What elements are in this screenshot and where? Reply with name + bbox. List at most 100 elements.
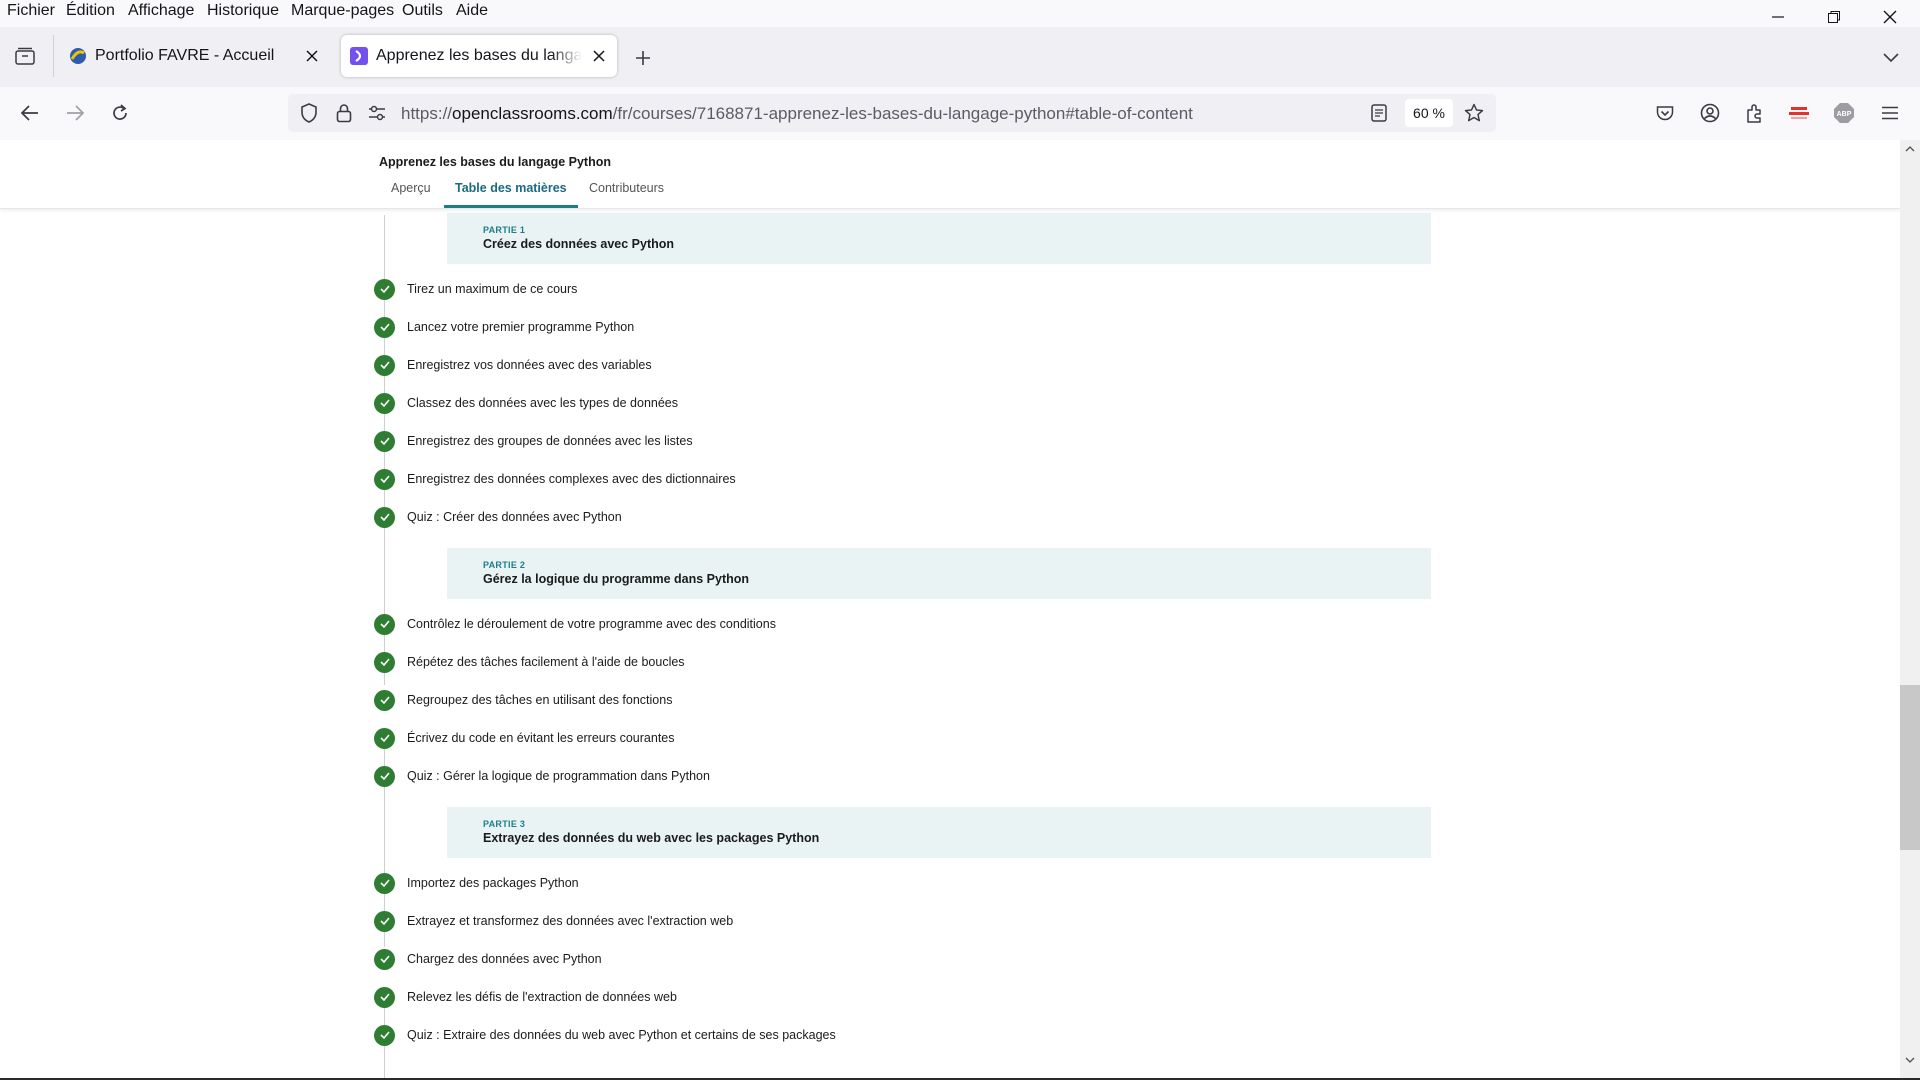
chapter-item[interactable]: Enregistrez des données complexes avec d… — [374, 467, 736, 491]
permissions-icon[interactable] — [368, 105, 386, 121]
chapter-label: Classez des données avec les types de do… — [407, 396, 679, 410]
new-tab-button[interactable] — [628, 43, 658, 73]
adblock-plus-icon: ABP — [1834, 103, 1854, 123]
chapter-item[interactable]: Tirez un maximum de ce cours — [374, 277, 577, 301]
tab-title: Portfolio FAVRE - Accueil — [95, 47, 275, 64]
menu-edition[interactable]: Édition — [66, 2, 115, 20]
chapter-label: Chargez des données avec Python — [407, 952, 602, 966]
chapter-label: Importez des packages Python — [407, 876, 579, 890]
course-tab-table-des-matieres[interactable]: Table des matières — [455, 181, 567, 195]
tab-portfolio[interactable]: Portfolio FAVRE - Accueil — [60, 35, 330, 77]
course-header: Apprenez les bases du langage Python Ape… — [0, 140, 1900, 209]
part-title: Extrayez des données du web avec les pac… — [483, 831, 820, 845]
chapter-item[interactable]: Relevez les défis de l'extraction de don… — [374, 985, 677, 1009]
menu-outils[interactable]: Outils — [402, 2, 443, 20]
close-tab-icon[interactable] — [306, 50, 318, 62]
chapter-label: Écrivez du code en évitant les erreurs c… — [407, 731, 675, 745]
tab-openclassrooms[interactable]: Apprenez les bases du langage — [341, 35, 617, 77]
app-menu-button[interactable] — [1874, 97, 1906, 129]
check-circle-icon — [374, 727, 395, 749]
svg-text:ABP: ABP — [1837, 111, 1852, 118]
pocket-button[interactable] — [1649, 97, 1681, 129]
scroll-down-arrow-icon[interactable] — [1905, 1057, 1915, 1063]
part-header[interactable]: PARTIE 1 Créez des données avec Python — [447, 213, 1431, 264]
page-scrollbar[interactable] — [1900, 140, 1920, 1078]
adblock-plus-button[interactable]: ABP — [1828, 97, 1860, 129]
chapter-label: Répétez des tâches facilement à l'aide d… — [407, 655, 685, 669]
course-title: Apprenez les bases du langage Python — [379, 155, 612, 169]
course-tab-apercu[interactable]: Aperçu — [391, 181, 431, 195]
menu-marque-pages[interactable]: Marque-pages — [291, 2, 394, 20]
hamburger-menu-icon — [1882, 106, 1898, 120]
navigation-bar: https://openclassrooms.com/fr/courses/71… — [0, 87, 1920, 141]
chapter-label: Quiz : Extraire des données du web avec … — [407, 1028, 836, 1042]
check-circle-icon — [374, 316, 395, 338]
chapter-label: Enregistrez des groupes de données avec … — [407, 434, 693, 448]
list-all-tabs-button[interactable] — [1876, 43, 1906, 73]
chapter-item[interactable]: Contrôlez le déroulement de votre progra… — [374, 612, 776, 636]
check-circle-icon — [374, 468, 395, 490]
tab-title: Apprenez les bases du langage — [376, 47, 582, 64]
extensions-button[interactable] — [1739, 97, 1771, 129]
part-label: PARTIE 3 — [483, 819, 526, 829]
part-header[interactable]: PARTIE 3 Extrayez des données du web ave… — [447, 807, 1431, 858]
reload-button[interactable] — [104, 97, 136, 129]
chapter-item[interactable]: Répétez des tâches facilement à l'aide d… — [374, 650, 685, 674]
check-circle-icon — [374, 651, 395, 673]
back-button[interactable] — [14, 97, 46, 129]
check-circle-icon — [374, 392, 395, 414]
course-tab-contributeurs[interactable]: Contributeurs — [589, 181, 664, 195]
menu-fichier[interactable]: Fichier — [7, 2, 55, 20]
scrollbar-thumb[interactable] — [1900, 685, 1920, 850]
extension-red-button[interactable] — [1783, 97, 1815, 129]
chapter-label: Enregistrez des données complexes avec d… — [407, 472, 736, 486]
menu-affichage[interactable]: Affichage — [128, 2, 194, 20]
chapter-item[interactable]: Classez des données avec les types de do… — [374, 391, 678, 415]
star-bookmark-icon[interactable] — [1464, 103, 1484, 123]
zoom-indicator[interactable]: 60 % — [1405, 99, 1453, 127]
chapter-item[interactable]: Écrivez du code en évitant les erreurs c… — [374, 726, 675, 750]
check-circle-icon — [374, 948, 395, 970]
arrow-left-icon — [21, 105, 38, 121]
url-prefix: https:// — [401, 104, 453, 123]
url-text[interactable]: https://openclassrooms.com/fr/courses/71… — [401, 104, 1193, 124]
url-path: /fr/courses/7168871-apprenez-les-bases-d… — [612, 104, 1193, 123]
portfolio-favicon — [70, 48, 86, 64]
menu-aide[interactable]: Aide — [456, 2, 488, 20]
chapter-label: Quiz : Créer des données avec Python — [407, 510, 622, 524]
chapter-item[interactable]: Enregistrez des groupes de données avec … — [374, 429, 693, 453]
chapter-item[interactable]: Lancez votre premier programme Python — [374, 315, 634, 339]
chapter-item[interactable]: Quiz : Gérer la logique de programmation… — [374, 764, 710, 788]
scroll-up-arrow-icon[interactable] — [1905, 146, 1915, 152]
tab-list-button[interactable] — [10, 41, 40, 71]
reload-icon — [113, 104, 127, 120]
page-content: Apprenez les bases du langage Python Ape… — [0, 140, 1900, 1078]
chapter-label: Extrayez et transformez des données avec… — [407, 914, 734, 928]
check-circle-icon — [374, 354, 395, 376]
part-header[interactable]: PARTIE 2 Gérez la logique du programme d… — [447, 548, 1431, 599]
lock-icon[interactable] — [336, 103, 352, 123]
chapter-item[interactable]: Importez des packages Python — [374, 871, 579, 895]
forward-button[interactable] — [59, 97, 91, 129]
chapter-item[interactable]: Chargez des données avec Python — [374, 947, 602, 971]
url-bar[interactable]: https://openclassrooms.com/fr/courses/71… — [288, 94, 1496, 132]
tab-strip: Portfolio FAVRE - Accueil Apprenez les b… — [0, 27, 1920, 87]
chapter-item[interactable]: Quiz : Créer des données avec Python — [374, 505, 622, 529]
chapter-item[interactable]: Quiz : Extraire des données du web avec … — [374, 1023, 836, 1047]
plus-icon — [636, 51, 650, 65]
chapter-item[interactable]: Regroupez des tâches en utilisant des fo… — [374, 688, 672, 712]
part-title: Créez des données avec Python — [483, 237, 675, 251]
shield-icon[interactable] — [300, 103, 318, 123]
check-circle-icon — [374, 1024, 395, 1046]
close-tab-icon[interactable] — [593, 50, 605, 62]
puzzle-icon — [1747, 104, 1761, 123]
chapter-item[interactable]: Enregistrez vos données avec des variabl… — [374, 353, 652, 377]
url-host: openclassrooms.com — [452, 104, 613, 123]
chapter-item[interactable]: Extrayez et transformez des données avec… — [374, 909, 733, 933]
reader-view-icon[interactable] — [1371, 104, 1387, 122]
account-button[interactable] — [1694, 97, 1726, 129]
menu-historique[interactable]: Historique — [207, 2, 279, 20]
close-icon — [1883, 10, 1897, 23]
firefox-view-icon — [15, 47, 35, 65]
chapter-label: Tirez un maximum de ce cours — [407, 282, 578, 296]
